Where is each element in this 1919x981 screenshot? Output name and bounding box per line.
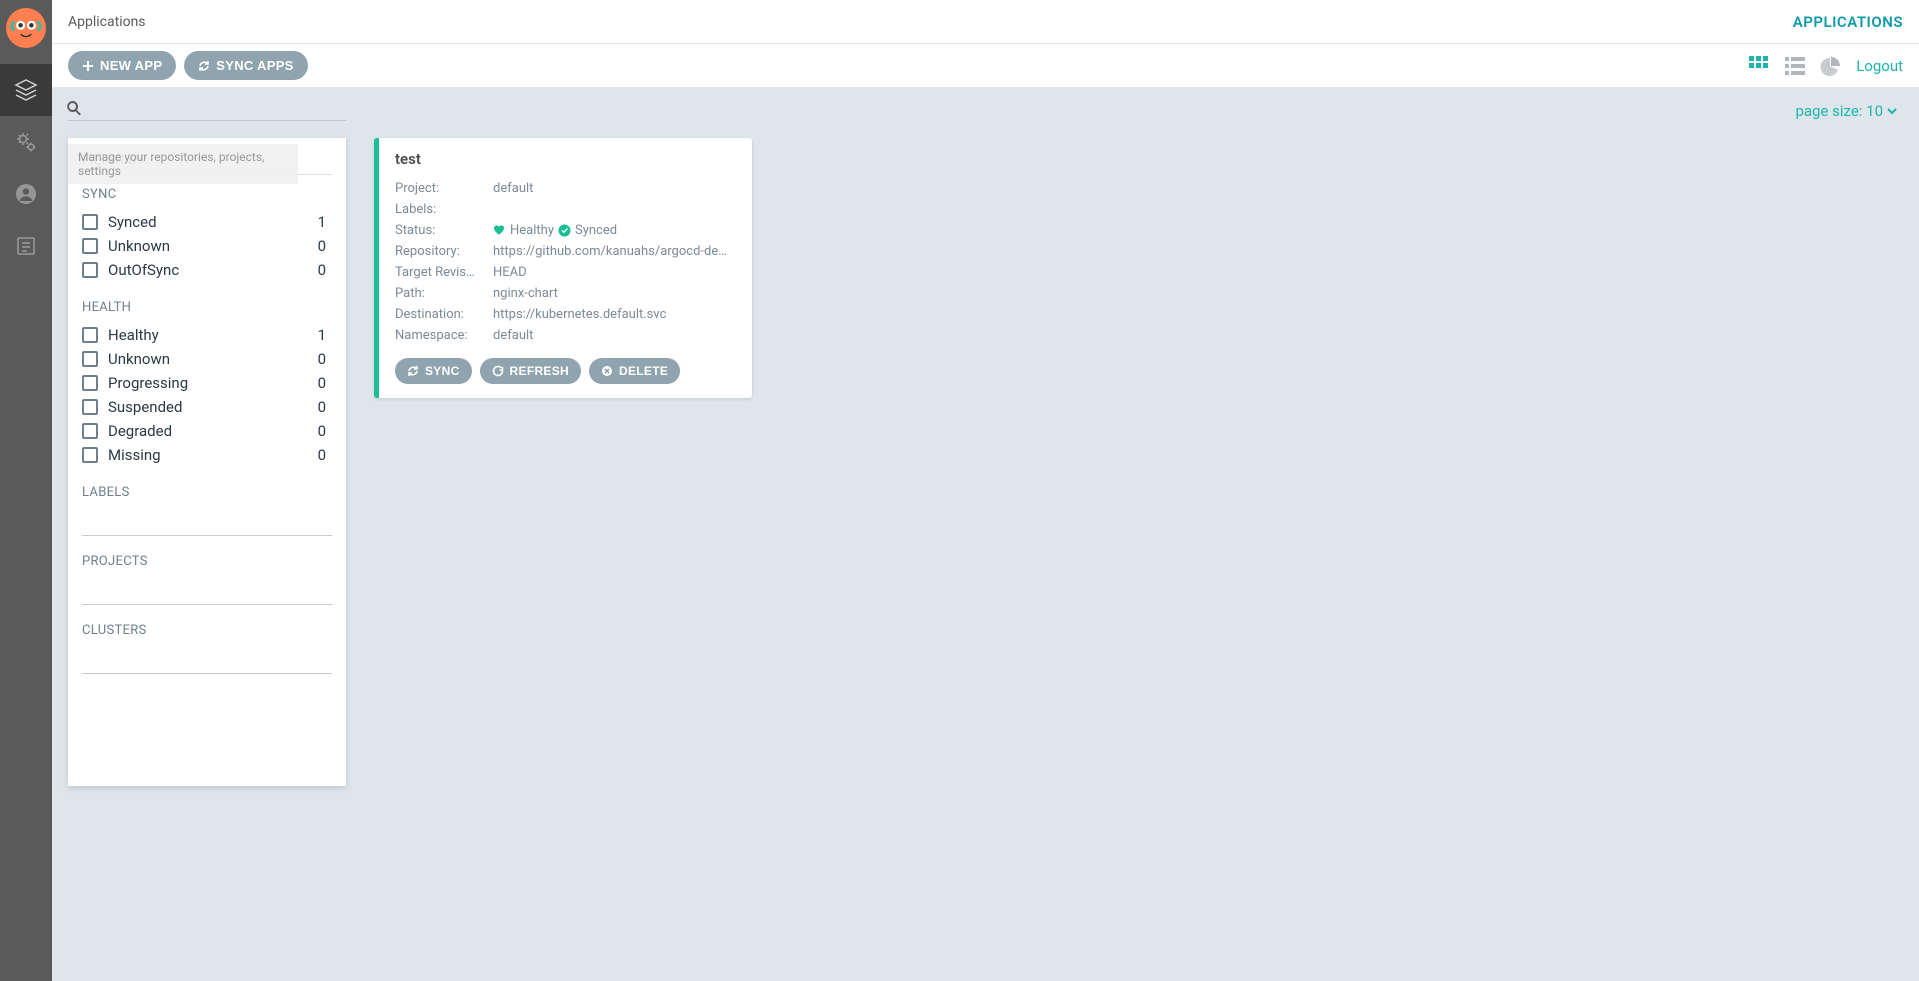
refresh-icon: [492, 365, 504, 377]
caret-down-icon: [1887, 106, 1897, 116]
status-healthy-text: Healthy: [510, 223, 554, 238]
checkbox[interactable]: [82, 214, 98, 230]
sync-apps-button[interactable]: SYNC APPS: [184, 51, 307, 80]
filter-group-health: HEALTH Healthy1 Unknown0 Progressing0 Su…: [82, 300, 332, 467]
filter-row-outofsync[interactable]: OutOfSync0: [82, 258, 332, 282]
delete-icon: [601, 365, 613, 377]
refresh-label: REFRESH: [510, 364, 569, 378]
checkbox[interactable]: [82, 375, 98, 391]
filter-row-degraded[interactable]: Degraded0: [82, 419, 332, 443]
logout-link[interactable]: Logout: [1856, 57, 1903, 75]
status-synced-text: Synced: [575, 223, 617, 238]
app-refresh-button[interactable]: REFRESH: [480, 358, 581, 384]
app-card-test[interactable]: test Project:default Labels: Status: Hea…: [374, 138, 752, 398]
view-pie-icon[interactable]: [1820, 55, 1842, 77]
filter-row-progressing[interactable]: Progressing0: [82, 371, 332, 395]
rev-value: HEAD: [493, 265, 527, 280]
labels-heading: LABELS: [82, 485, 332, 500]
app-title: test: [395, 150, 736, 168]
filter-group-clusters: CLUSTERS: [82, 623, 332, 674]
filter-group-projects: PROJECTS: [82, 554, 332, 605]
new-app-button[interactable]: NEW APP: [68, 51, 176, 80]
check-circle-icon: [558, 224, 571, 237]
dest-value: https://kubernetes.default.svc: [493, 307, 666, 322]
filter-row-unknown[interactable]: Unknown0: [82, 234, 332, 258]
filter-row-suspended[interactable]: Suspended0: [82, 395, 332, 419]
top-header: Applications APPLICATIONS: [52, 0, 1919, 44]
filter-group-sync: SYNC Synced1 Unknown0 OutOfSync0: [82, 187, 332, 282]
filter-row-synced[interactable]: Synced1: [82, 210, 332, 234]
status-value: Healthy Synced: [493, 223, 617, 238]
sync-icon: [198, 60, 210, 72]
sync-label: SYNC: [425, 364, 460, 378]
checkbox[interactable]: [82, 238, 98, 254]
ns-value: default: [493, 328, 533, 343]
view-grid-icon[interactable]: [1748, 55, 1770, 77]
nav-docs[interactable]: [0, 220, 52, 272]
sync-heading: SYNC: [82, 187, 332, 202]
projects-input[interactable]: [82, 577, 332, 605]
search-icon[interactable]: [66, 100, 82, 120]
projects-heading: PROJECTS: [82, 554, 332, 569]
status-key: Status:: [395, 223, 493, 238]
labels-input[interactable]: [82, 508, 332, 536]
repo-value: https://github.com/kanuahs/argocd-demo.g…: [493, 244, 736, 259]
nav-settings[interactable]: [0, 116, 52, 168]
checkbox[interactable]: [82, 262, 98, 278]
app-delete-button[interactable]: DELETE: [589, 358, 680, 384]
plus-icon: [82, 60, 94, 72]
new-app-label: NEW APP: [100, 58, 162, 73]
path-value: nginx-chart: [493, 286, 558, 301]
checkbox[interactable]: [82, 399, 98, 415]
toolbar: NEW APP SYNC APPS Logout: [52, 44, 1919, 88]
health-heading: HEALTH: [82, 300, 332, 315]
repo-key: Repository:: [395, 244, 493, 259]
heart-icon: [493, 224, 506, 237]
left-nav: [0, 0, 52, 981]
sync-apps-label: SYNC APPS: [216, 58, 293, 73]
ns-key: Namespace:: [395, 328, 493, 343]
filter-group-labels: LABELS: [82, 485, 332, 536]
nav-user[interactable]: [0, 168, 52, 220]
project-key: Project:: [395, 181, 493, 196]
view-list-icon[interactable]: [1784, 55, 1806, 77]
checkbox[interactable]: [82, 447, 98, 463]
applications-link[interactable]: APPLICATIONS: [1793, 13, 1903, 31]
checkbox[interactable]: [82, 327, 98, 343]
settings-tooltip: Manage your repositories, projects, sett…: [68, 144, 298, 184]
page-size-label: page size: 10: [1795, 102, 1883, 120]
search-input-line[interactable]: [68, 120, 346, 121]
app-sync-button[interactable]: SYNC: [395, 358, 472, 384]
page-size-selector[interactable]: page size: 10: [1795, 102, 1897, 120]
checkbox[interactable]: [82, 423, 98, 439]
clusters-input[interactable]: [82, 646, 332, 674]
filter-row-unknown-h[interactable]: Unknown0: [82, 347, 332, 371]
project-value: default: [493, 181, 533, 196]
rev-key: Target Revis…: [395, 265, 493, 280]
content-area: page size: 10 Manage your repositories, …: [52, 88, 1919, 981]
nav-applications[interactable]: [0, 64, 52, 116]
filter-row-healthy[interactable]: Healthy1: [82, 323, 332, 347]
dest-key: Destination:: [395, 307, 493, 322]
filter-row-missing[interactable]: Missing0: [82, 443, 332, 467]
delete-label: DELETE: [619, 364, 668, 378]
breadcrumb: Applications: [68, 14, 146, 30]
checkbox[interactable]: [82, 351, 98, 367]
clusters-heading: CLUSTERS: [82, 623, 332, 638]
labels-key: Labels:: [395, 202, 493, 217]
filter-panel: FILTER BY: SYNC Synced1 Unknown0 OutOfSy…: [68, 138, 346, 786]
sync-icon: [407, 365, 419, 377]
argo-logo: [6, 8, 46, 48]
path-key: Path:: [395, 286, 493, 301]
